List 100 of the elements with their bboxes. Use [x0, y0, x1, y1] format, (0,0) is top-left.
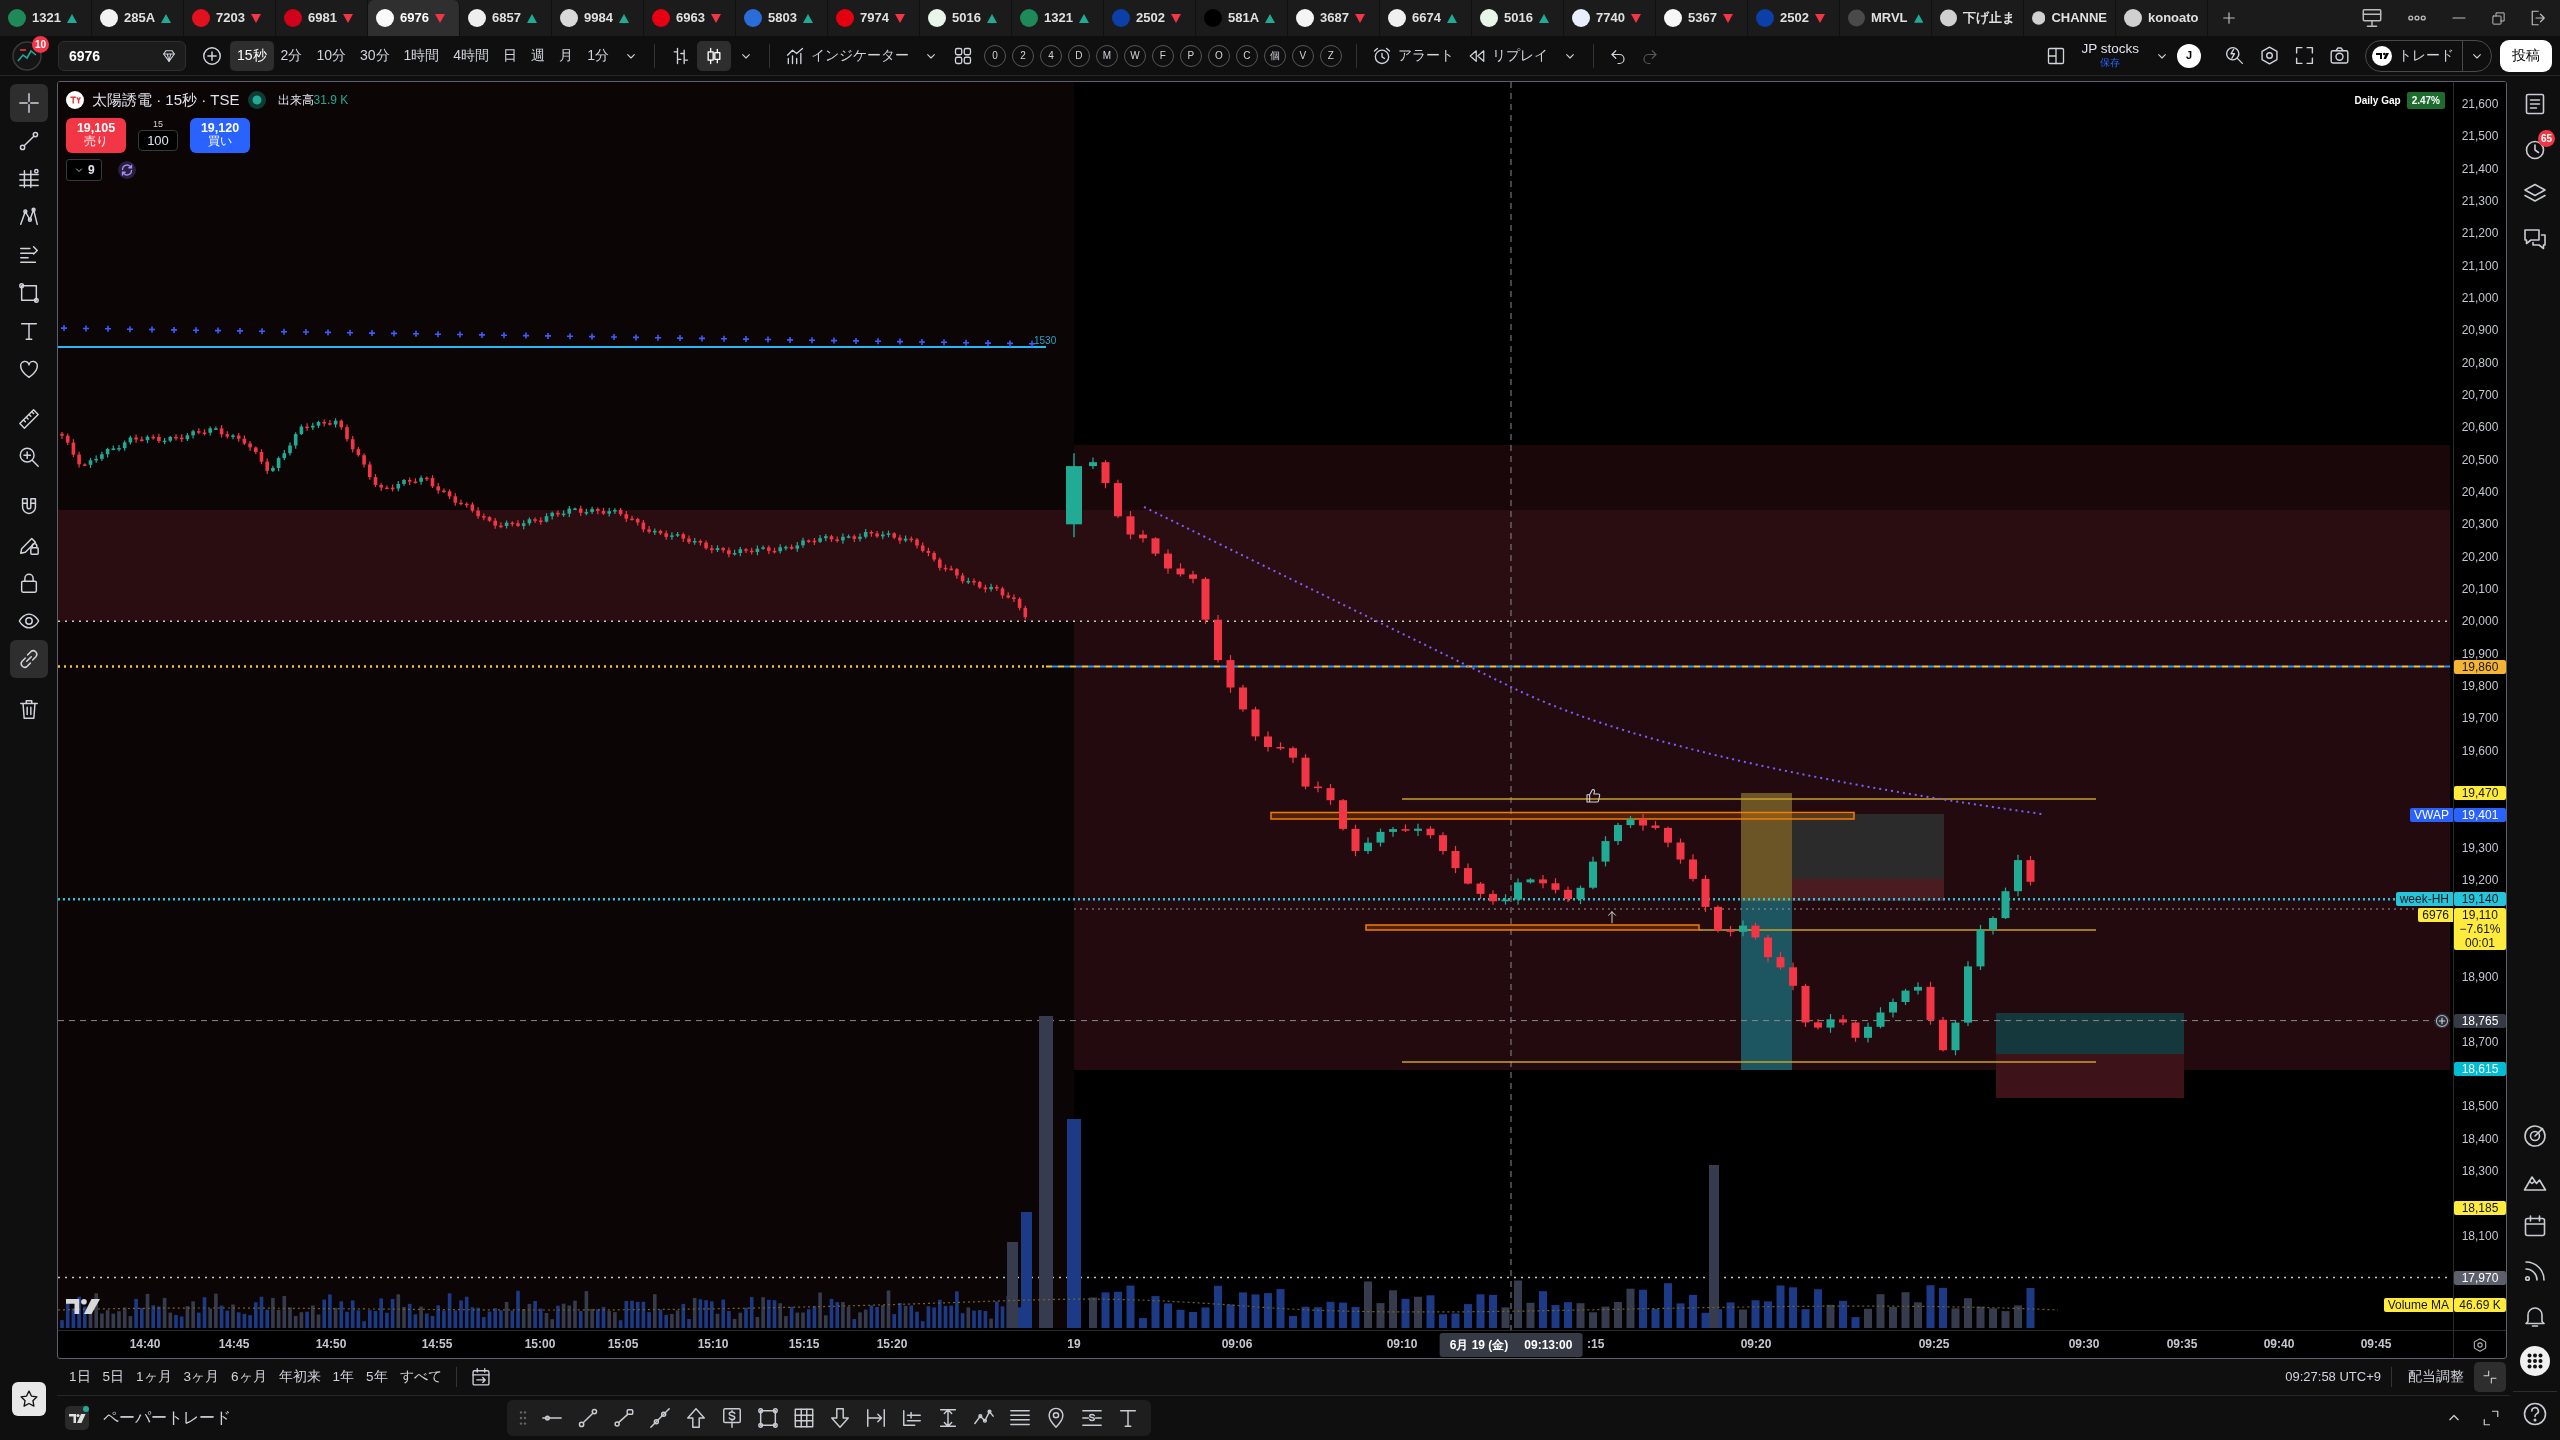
user-avatar[interactable]: J	[2177, 43, 2201, 68]
interval-button[interactable]: 30分	[352, 40, 397, 71]
target-icon[interactable]	[2523, 1123, 2547, 1148]
table-icon[interactable]	[793, 1407, 815, 1429]
apps-grid-icon[interactable]	[2520, 1345, 2550, 1376]
indicators-button[interactable]: インジケーター	[777, 40, 916, 71]
price-axis-label: 20,800	[2461, 356, 2499, 369]
diamond-icon[interactable]	[161, 47, 177, 64]
chat-icon[interactable]	[2523, 226, 2547, 251]
dollar-sign-icon[interactable]	[721, 1407, 743, 1429]
interval-button[interactable]: 4時間	[446, 40, 497, 71]
legend-title: 太陽誘電 · 15秒 · TSE	[92, 90, 240, 110]
price-axis-label: 20,900	[2461, 324, 2499, 337]
text-tool-icon[interactable]	[1117, 1407, 1139, 1429]
quantity-field[interactable]: 100	[138, 129, 178, 151]
interval-button[interactable]: 1分	[580, 40, 616, 71]
logo-icon	[2372, 45, 2392, 66]
extended-line-icon[interactable]	[649, 1407, 671, 1429]
replay-button[interactable]: リプレイ	[1460, 40, 1555, 71]
line-tool-icon[interactable]	[613, 1407, 635, 1429]
axis-lines-icon[interactable]	[901, 1407, 923, 1429]
trend-line-icon[interactable]	[577, 1407, 599, 1429]
link-icon	[17, 648, 40, 670]
range-button[interactable]: 1年	[326, 1363, 361, 1391]
time-axis-label: 09:45	[2360, 1337, 2392, 1352]
grid-icon[interactable]	[952, 45, 973, 66]
price-axis-label: 20,500	[2461, 453, 2499, 466]
range-button[interactable]: 6ヶ月	[225, 1363, 273, 1391]
save-status: 保存	[2100, 55, 2121, 70]
quick-search-icon[interactable]	[2224, 45, 2245, 66]
help-icon[interactable]	[2523, 1402, 2547, 1426]
collapse-button[interactable]: 9	[66, 158, 102, 181]
collapse-icon[interactable]	[2482, 1369, 2498, 1385]
expand-icon[interactable]	[2482, 1409, 2500, 1427]
range-button[interactable]: 5年	[360, 1363, 394, 1391]
chart-style-button[interactable]	[696, 40, 731, 71]
alarm-clock-icon	[1371, 45, 1392, 66]
pin-icon[interactable]	[1045, 1407, 1067, 1429]
range-button[interactable]: すべて	[393, 1363, 448, 1391]
range-button[interactable]: 5日	[96, 1363, 131, 1391]
rss-icon[interactable]	[2523, 1258, 2547, 1283]
star-icon[interactable]	[18, 1389, 39, 1409]
interval-button[interactable]: 日	[496, 40, 525, 71]
price-change-value: −7.61%	[2459, 922, 2501, 936]
range-button[interactable]: 1日	[63, 1363, 97, 1391]
price-line-label: 18,185	[2454, 1201, 2506, 1216]
range-button[interactable]: 3ヶ月	[177, 1363, 226, 1391]
layout-icon[interactable]	[2046, 45, 2067, 66]
horizontal-range-icon[interactable]	[865, 1407, 887, 1429]
vertical-range-icon[interactable]	[937, 1407, 959, 1429]
time-axis-label: 15:20	[876, 1337, 908, 1352]
interval-button[interactable]: 15秒	[230, 40, 274, 71]
price-axis-label: 19,600	[2461, 744, 2499, 757]
price-axis-label: 20,400	[2461, 485, 2499, 498]
range-button[interactable]: 年初来	[272, 1363, 327, 1391]
interval-button[interactable]: 10分	[309, 40, 353, 71]
camera-icon[interactable]	[2329, 45, 2350, 66]
arrow-down-icon[interactable]	[829, 1407, 851, 1429]
plus-icon[interactable]	[2220, 9, 2238, 27]
interval-button[interactable]: 1時間	[396, 40, 447, 71]
price-axis-label: 19,900	[2461, 647, 2499, 660]
exit-icon[interactable]	[2530, 9, 2548, 27]
daily-gap-value: 2.47%	[2406, 92, 2445, 109]
volume-label: 出来高	[277, 92, 314, 110]
settings-icon[interactable]	[2259, 45, 2280, 66]
panel-tab[interactable]: ペーパートレード	[97, 1403, 237, 1433]
list-icon[interactable]	[2523, 91, 2547, 116]
notification-badge: 65	[2537, 130, 2555, 147]
arrow-up-icon[interactable]	[685, 1407, 707, 1429]
monitor-icon[interactable]	[2361, 7, 2383, 29]
layout-name[interactable]: JP stocks	[2081, 41, 2139, 56]
dollar-lines-icon[interactable]	[1081, 1407, 1103, 1429]
alert-button[interactable]: アラート	[1364, 40, 1461, 71]
settings-icon[interactable]	[2472, 1336, 2488, 1353]
symbol-tab[interactable]: 6976	[368, 0, 460, 36]
sell-button[interactable]: 19,105 売り	[66, 117, 126, 153]
lines-arrow-icon	[17, 244, 40, 266]
range-button[interactable]: 1ヶ月	[130, 1363, 178, 1391]
calendar-icon[interactable]	[2523, 1213, 2547, 1238]
time-axis-label: 09:20	[1740, 1337, 1772, 1352]
rectangle-icon[interactable]	[757, 1407, 779, 1429]
publish-button[interactable]: 投稿	[2500, 39, 2552, 72]
symbol-logo-icon	[66, 91, 84, 110]
interval-button[interactable]: 週	[524, 40, 553, 71]
interval-button[interactable]: 月	[552, 40, 581, 71]
price-axis-label: 20,000	[2461, 615, 2499, 628]
drawing-tool-button[interactable]	[9, 84, 48, 122]
fullscreen-icon[interactable]	[2294, 45, 2315, 66]
drawing-tool-button[interactable]	[9, 640, 48, 678]
buy-button[interactable]: 19,120 買い	[190, 117, 250, 153]
plus-circle-icon[interactable]	[201, 44, 223, 67]
time-axis-label: 14:40	[129, 1337, 161, 1352]
price-line-label: 17,970	[2454, 1270, 2506, 1285]
drag-handle-icon[interactable]	[519, 1410, 527, 1426]
adjustment-button[interactable]: 配当調整	[2402, 1363, 2470, 1391]
sync-icon[interactable]	[117, 160, 136, 179]
restore-icon[interactable]	[2491, 10, 2506, 26]
symbol-search-field[interactable]: 6976	[58, 40, 186, 71]
interval-button[interactable]: 2分	[273, 40, 310, 71]
time-axis-label: 19	[1067, 1337, 1081, 1352]
